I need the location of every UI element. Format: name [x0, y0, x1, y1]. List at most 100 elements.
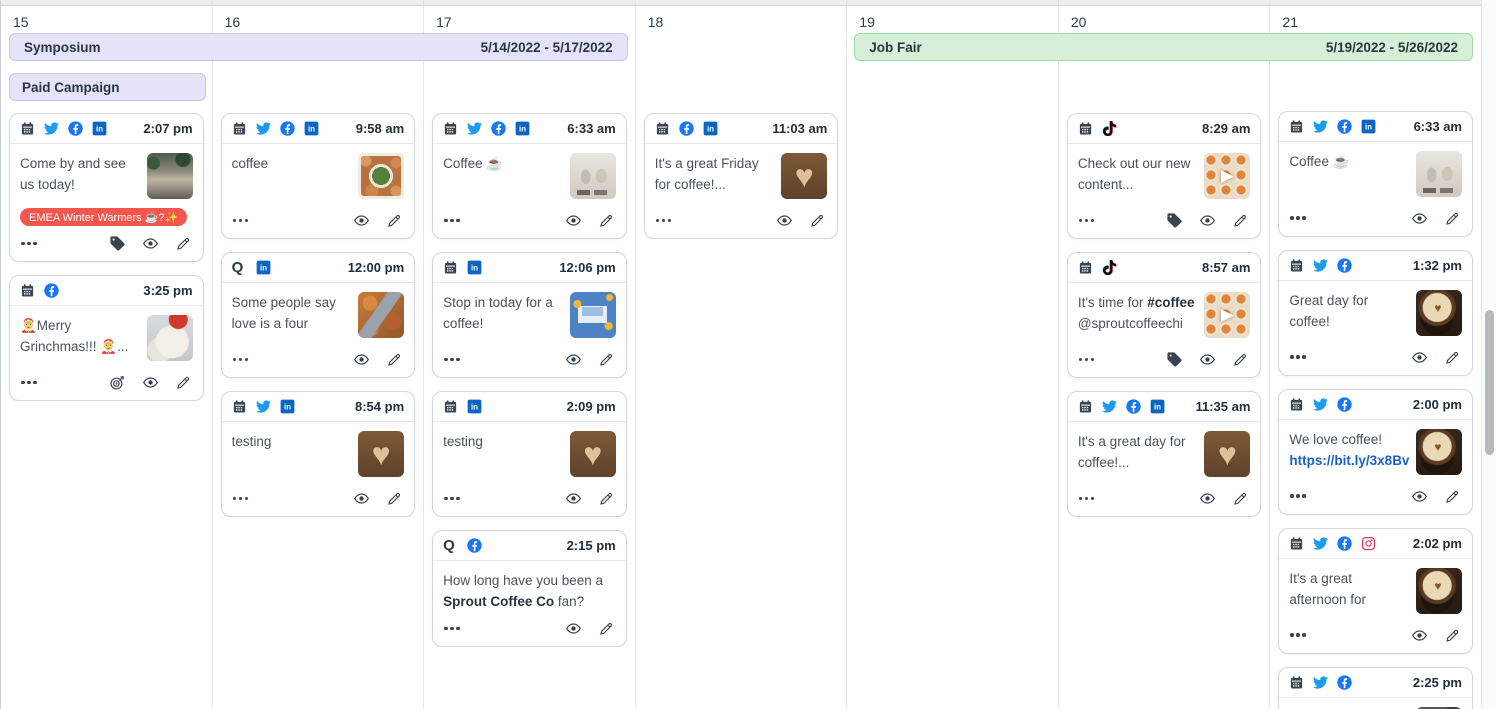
post-card[interactable]: 2:02 pm It's a great afternoon for coffe…: [1278, 528, 1473, 654]
edit-post-button[interactable]: [386, 212, 403, 229]
edit-post-button[interactable]: [598, 351, 615, 368]
more-options-button[interactable]: [21, 242, 37, 246]
preview-post-button[interactable]: [565, 351, 582, 368]
twitter-icon: [1313, 397, 1328, 412]
post-card[interactable]: 3:25 pm 🤶Merry Grinchmas!!! 🤶...: [9, 275, 204, 401]
post-card[interactable]: in6:33 am Coffee ☕: [432, 113, 627, 239]
twitter-icon: [1313, 536, 1328, 551]
publishing-calendar-week-view: 15 in2:07 pm Come by and see us today! E…: [0, 0, 1496, 709]
post-card[interactable]: in2:09 pm testing: [432, 391, 627, 517]
more-options-button[interactable]: [1079, 358, 1095, 362]
more-options-button[interactable]: [233, 497, 249, 501]
preview-post-button[interactable]: [565, 212, 582, 229]
more-options-button[interactable]: [233, 358, 249, 362]
more-options-button[interactable]: [1290, 494, 1306, 498]
post-card[interactable]: 2:25 pm Come in and see us!: [1278, 667, 1473, 709]
post-card-actions: [109, 235, 192, 252]
post-link[interactable]: https://bit.ly/376hMy: [1289, 332, 1410, 334]
campaign-pill-paid-campaign[interactable]: Paid Campaign: [9, 73, 206, 101]
post-card-actions: [109, 374, 192, 391]
post-link[interactable]: https://bit.ly/3x8Bvr: [1289, 450, 1410, 471]
preview-post-button[interactable]: [353, 490, 370, 507]
edit-post-button[interactable]: [1444, 349, 1461, 366]
more-options-button[interactable]: [233, 219, 249, 223]
edit-post-button[interactable]: [1232, 212, 1249, 229]
preview-post-button[interactable]: [142, 374, 159, 391]
more-options-button[interactable]: [444, 497, 460, 501]
edit-post-button[interactable]: [598, 212, 615, 229]
edit-post-button[interactable]: [386, 490, 403, 507]
more-options-button[interactable]: [1079, 219, 1095, 223]
preview-post-button[interactable]: [565, 490, 582, 507]
edit-post-button[interactable]: [1444, 488, 1461, 505]
preview-post-button[interactable]: [142, 235, 159, 252]
post-text: It's a great afternoon for coffee...: [1289, 568, 1410, 612]
preview-post-button[interactable]: [1199, 490, 1216, 507]
preview-post-button[interactable]: [776, 212, 793, 229]
post-card[interactable]: in12:06 pm Stop in today for a coffee!: [432, 252, 627, 378]
edit-post-button[interactable]: [1444, 210, 1461, 227]
edit-post-button[interactable]: [175, 235, 192, 252]
calendar-icon: [1289, 258, 1304, 273]
edit-post-button[interactable]: [1444, 627, 1461, 644]
edit-post-button[interactable]: [386, 351, 403, 368]
preview-post-button[interactable]: [1199, 212, 1216, 229]
preview-post-button[interactable]: [1411, 627, 1428, 644]
post-card[interactable]: Q2:15 pm How long have you been a Sprout…: [432, 530, 627, 647]
svg-text:in: in: [1365, 122, 1372, 131]
twitter-icon: [256, 121, 271, 136]
post-card[interactable]: in11:03 am It's a great Friday for coffe…: [644, 113, 839, 239]
edit-post-button[interactable]: [809, 212, 826, 229]
more-options-button[interactable]: [444, 219, 460, 223]
more-options-button[interactable]: [444, 358, 460, 362]
event-banner-symposium[interactable]: Symposium 5/14/2022 - 5/17/2022: [9, 33, 628, 61]
post-card[interactable]: in11:35 am It's a great day for coffee!.…: [1067, 391, 1262, 517]
preview-post-button[interactable]: [1411, 488, 1428, 505]
post-card[interactable]: in2:07 pm Come by and see us today! EMEA…: [9, 113, 204, 262]
edit-post-button[interactable]: [598, 490, 615, 507]
scrollbar-thumb[interactable]: [1485, 310, 1494, 455]
post-card-body: Come in and see us!: [1279, 698, 1472, 709]
post-card[interactable]: in9:58 am coffee: [221, 113, 416, 239]
edit-post-button[interactable]: [175, 374, 192, 391]
more-options-button[interactable]: [656, 219, 672, 223]
post-card[interactable]: 8:57 am It's time for #coffee @sproutcof…: [1067, 252, 1262, 378]
post-card[interactable]: 8:29 am Check out our new content...: [1067, 113, 1262, 239]
day-number: 15: [1, 6, 212, 33]
preview-post-button[interactable]: [1411, 210, 1428, 227]
post-card[interactable]: 1:32 pm Great day for coffee! https://bi…: [1278, 250, 1473, 376]
more-options-button[interactable]: [1290, 216, 1306, 220]
more-options-button[interactable]: [1290, 355, 1306, 359]
post-time: 2:02 pm: [1413, 536, 1462, 551]
post-card-actions: [353, 490, 403, 507]
post-thumbnail-latte: [1416, 568, 1462, 614]
more-options-button[interactable]: [1290, 633, 1306, 637]
preview-post-button[interactable]: [353, 212, 370, 229]
post-thumbnail-beans: [358, 153, 404, 199]
preview-post-button[interactable]: [353, 351, 370, 368]
post-card[interactable]: Qin12:00 pm Some people say love is a fo…: [221, 252, 416, 378]
more-options-button[interactable]: [444, 627, 460, 631]
post-card[interactable]: 2:00 pm We love coffee! https://bit.ly/3…: [1278, 389, 1473, 515]
edit-post-button[interactable]: [1232, 351, 1249, 368]
preview-post-button[interactable]: [1199, 351, 1216, 368]
edit-post-button[interactable]: [598, 620, 615, 637]
vertical-scrollbar[interactable]: [1481, 0, 1496, 709]
post-card-footer: [433, 208, 626, 238]
more-options-button[interactable]: [1079, 497, 1095, 501]
post-card-footer: [433, 347, 626, 377]
post-card-header: in12:06 pm: [433, 253, 626, 283]
post-card[interactable]: in8:54 pm testing: [221, 391, 416, 517]
post-card-header: 8:29 am: [1068, 114, 1261, 144]
post-card-footer: [222, 208, 415, 238]
event-banner-job-fair[interactable]: Job Fair 5/19/2022 - 5/26/2022: [854, 33, 1473, 61]
preview-post-button[interactable]: [565, 620, 582, 637]
more-options-button[interactable]: [21, 381, 37, 385]
day-number: 19: [847, 6, 1058, 33]
preview-post-button[interactable]: [1411, 349, 1428, 366]
edit-post-button[interactable]: [1232, 490, 1249, 507]
post-card[interactable]: in6:33 am Coffee ☕: [1278, 111, 1473, 237]
svg-text:in: in: [284, 403, 291, 412]
tag-icon: [1166, 212, 1183, 229]
facebook-icon: [467, 538, 482, 553]
